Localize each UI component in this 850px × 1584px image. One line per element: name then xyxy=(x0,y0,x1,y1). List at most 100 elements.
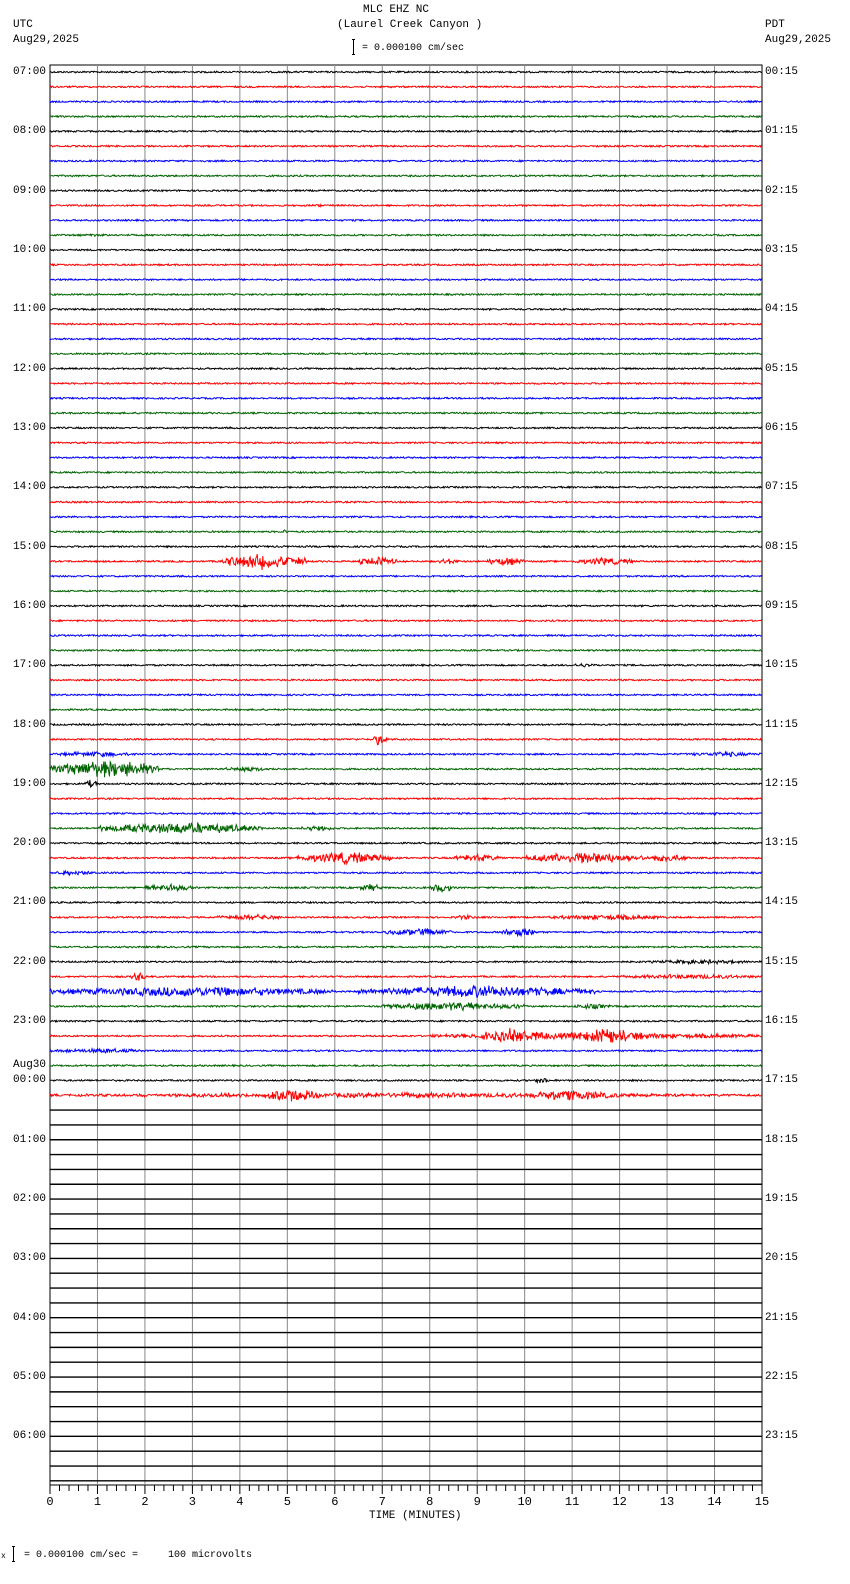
pdt-hour-label: 22:15 xyxy=(765,1371,799,1384)
seismic-trace xyxy=(49,292,763,297)
utc-hour-label: 01:00 xyxy=(13,1133,47,1146)
seismic-trace xyxy=(50,736,763,746)
seismic-trace xyxy=(49,500,763,505)
seismic-trace xyxy=(49,455,762,460)
seismic-trace xyxy=(49,351,763,356)
utc-hour-label: 21:00 xyxy=(13,896,47,909)
seismic-trace xyxy=(49,750,763,759)
seismic-trace xyxy=(49,218,763,223)
seismic-trace xyxy=(49,202,762,208)
pdt-hour-label: 20:15 xyxy=(765,1252,799,1265)
seismic-trace xyxy=(49,411,762,416)
pdt-hour-label: 11:15 xyxy=(765,718,799,731)
seismic-trace xyxy=(49,485,762,490)
seismic-trace xyxy=(49,574,763,579)
utc-hour-label: 12:00 xyxy=(13,362,47,375)
x-tick-label: 0 xyxy=(46,1495,53,1509)
x-tick-label: 15 xyxy=(755,1495,769,1509)
seismic-trace xyxy=(49,544,763,549)
pdt-hour-label: 08:15 xyxy=(765,540,799,553)
x-tick-label: 6 xyxy=(331,1495,338,1509)
pdt-hour-label: 16:15 xyxy=(765,1015,799,1028)
seismic-trace xyxy=(49,759,763,778)
seismic-trace xyxy=(49,1047,763,1054)
pdt-hour-label: 15:15 xyxy=(765,955,799,968)
utc-hour-label: 03:00 xyxy=(13,1252,47,1265)
seismic-trace xyxy=(49,707,763,712)
utc-hour-label: 23:00 xyxy=(13,1015,47,1028)
utc-hour-label: 18:00 xyxy=(13,718,47,731)
footer-scale-bar-icon xyxy=(12,1546,15,1562)
x-tick-label: 7 xyxy=(379,1495,386,1509)
seismic-trace xyxy=(50,869,763,877)
seismic-trace xyxy=(49,958,763,966)
seismic-trace xyxy=(49,366,763,371)
pdt-hour-label: 21:15 xyxy=(765,1311,799,1324)
pdt-hour-label: 02:15 xyxy=(765,184,799,197)
pdt-hour-label: 01:15 xyxy=(765,125,799,138)
seismic-trace xyxy=(49,381,763,386)
seismic-trace xyxy=(49,722,763,727)
seismic-trace xyxy=(49,796,763,801)
utc-hour-label: 06:00 xyxy=(13,1430,47,1443)
seismic-trace xyxy=(49,440,763,445)
pdt-hour-label: 18:15 xyxy=(765,1133,799,1146)
x-tick-label: 4 xyxy=(236,1495,243,1509)
seismic-trace xyxy=(49,337,763,341)
utc-hour-label: 15:00 xyxy=(13,540,47,553)
seismic-trace xyxy=(49,618,763,623)
utc-hour-label: 11:00 xyxy=(13,303,47,316)
pdt-hour-label: 06:15 xyxy=(765,421,799,434)
x-tick-label: 1 xyxy=(94,1495,101,1509)
seismic-trace xyxy=(49,1027,762,1044)
seismic-trace xyxy=(49,811,762,817)
seismic-trace xyxy=(49,1090,763,1102)
seismic-trace xyxy=(49,114,763,119)
utc-hour-label: 08:00 xyxy=(13,125,47,138)
x-tick-label: 5 xyxy=(284,1495,291,1509)
pdt-hour-label: 23:15 xyxy=(765,1430,799,1443)
seismic-trace xyxy=(49,232,762,238)
x-tick-label: 13 xyxy=(660,1495,674,1509)
seismic-trace xyxy=(49,971,763,981)
seismic-trace xyxy=(49,188,763,193)
seismic-trace xyxy=(50,144,762,149)
seismic-trace xyxy=(49,841,763,846)
seismic-trace xyxy=(49,821,763,834)
seismic-trace xyxy=(50,248,763,252)
pdt-hour-label: 10:15 xyxy=(765,659,799,672)
seismic-trace xyxy=(49,633,762,638)
pdt-hour-label: 03:15 xyxy=(765,243,799,256)
seismic-trace xyxy=(49,70,763,74)
utc-hour-label: 17:00 xyxy=(13,659,47,672)
pdt-hour-label: 13:15 xyxy=(765,837,799,850)
utc-hour-label: 09:00 xyxy=(13,184,47,197)
seismic-trace xyxy=(49,277,763,282)
utc-hour-label: 07:00 xyxy=(13,66,47,78)
seismic-trace xyxy=(49,678,762,682)
seismic-trace xyxy=(49,779,763,789)
utc-hour-label: 20:00 xyxy=(13,837,47,850)
seismic-trace xyxy=(49,159,763,163)
pdt-hour-label: 07:15 xyxy=(765,481,799,494)
seismic-trace xyxy=(49,99,763,104)
pdt-hour-label: 05:15 xyxy=(765,362,799,375)
seismic-trace xyxy=(49,589,762,593)
seismic-trace xyxy=(49,262,763,267)
seismic-trace xyxy=(49,307,763,312)
seismic-trace xyxy=(49,603,763,608)
x-tick-label: 11 xyxy=(565,1495,579,1509)
x-tick-label: 8 xyxy=(426,1495,433,1509)
seismic-trace xyxy=(49,84,763,89)
seismic-trace xyxy=(49,648,763,653)
seismic-trace xyxy=(49,1063,763,1068)
footer-scale-text: = 0.000100 cm/sec = 100 microvolts xyxy=(24,1550,253,1561)
utc-hour-label: 13:00 xyxy=(13,421,47,434)
pdt-hour-label: 04:15 xyxy=(765,303,799,316)
utc-hour-label: 14:00 xyxy=(13,481,47,494)
seismic-trace xyxy=(49,945,762,950)
x-tick-label: 10 xyxy=(517,1495,531,1509)
pdt-hour-label: 17:15 xyxy=(765,1074,799,1087)
seismic-trace xyxy=(49,514,763,519)
seismic-trace xyxy=(49,529,762,534)
